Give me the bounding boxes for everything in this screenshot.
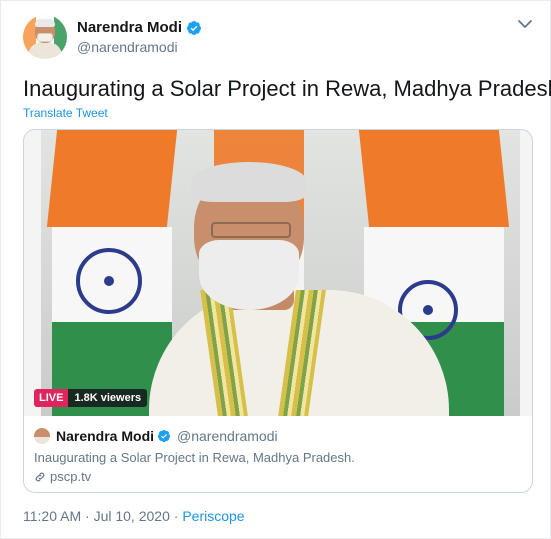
card-link: pscp.tv	[34, 469, 91, 484]
card-link-text: pscp.tv	[50, 469, 92, 484]
card-author-name: Narendra Modi	[56, 428, 155, 444]
card-avatar	[34, 428, 50, 444]
tweet-source-link[interactable]: Periscope	[182, 508, 244, 524]
author-display-name[interactable]: Narendra Modi	[77, 19, 182, 36]
tweet-container: Narendra Modi @narendramodi Inaugurating…	[0, 0, 551, 539]
live-badge: LIVE 1.8K viewers	[34, 389, 148, 407]
translate-tweet-link[interactable]: Translate Tweet	[23, 106, 108, 120]
author-name-row[interactable]: Narendra Modi	[77, 19, 202, 36]
verified-badge-icon	[157, 429, 171, 443]
author-avatar[interactable]	[23, 15, 67, 59]
card-description: Inaugurating a Solar Project in Rewa, Ma…	[34, 450, 355, 465]
card-author-handle: @narendramodi	[177, 428, 278, 444]
tweet-date[interactable]: Jul 10, 2020	[94, 508, 170, 524]
speaker-image	[149, 160, 449, 416]
viewer-count: 1.8K viewers	[68, 389, 148, 407]
tweet-text: Inaugurating a Solar Project in Rewa, Ma…	[23, 76, 551, 101]
link-icon	[35, 472, 45, 481]
video-thumbnail[interactable]: LIVE 1.8K viewers	[24, 130, 532, 416]
card-author-row: Narendra Modi @narendramodi	[34, 428, 278, 444]
periscope-card[interactable]: LIVE 1.8K viewers Narendra Modi @narendr…	[23, 129, 533, 493]
chevron-down-icon[interactable]	[518, 19, 532, 29]
tweet-time[interactable]: 11:20 AM	[23, 508, 81, 524]
author-handle[interactable]: @narendramodi	[77, 39, 178, 55]
live-label: LIVE	[34, 389, 69, 407]
verified-badge-icon	[187, 20, 202, 35]
meta-separator-2: ·	[169, 508, 183, 524]
tweet-meta: 11:20 AM · Jul 10, 2020 · Periscope	[23, 508, 245, 524]
meta-separator: ·	[81, 508, 94, 524]
